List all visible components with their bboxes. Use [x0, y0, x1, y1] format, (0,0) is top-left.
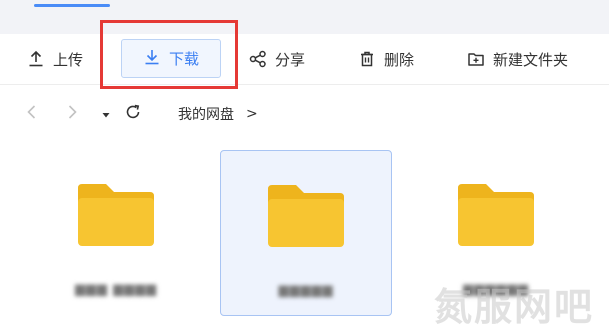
new-folder-label: 新建文件夹: [493, 50, 569, 69]
share-icon: [249, 50, 267, 68]
folder-plus-icon: [467, 50, 485, 68]
chevron-right-icon: [66, 104, 78, 124]
refresh-button[interactable]: [124, 95, 142, 133]
delete-button[interactable]: 删除: [358, 34, 414, 84]
navigation-bar: 我的网盘 >: [0, 95, 609, 133]
toolbar: 上传 下载 分享 删除 新建文件夹: [0, 34, 609, 85]
upload-label: 上传: [53, 50, 84, 69]
refresh-icon: [124, 103, 142, 125]
download-highlight-box: [100, 20, 238, 89]
trash-icon: [358, 50, 376, 68]
folder-item[interactable]: ▆▆▆ ▆▆▆▆: [30, 150, 202, 316]
breadcrumb-separator: >: [246, 106, 258, 122]
new-folder-button[interactable]: 新建文件夹: [467, 34, 568, 84]
top-tab-strip: [0, 0, 609, 34]
history-dropdown-button[interactable]: [101, 95, 111, 133]
share-button[interactable]: 分享: [249, 34, 305, 84]
watermark: 氮服网吧: [434, 285, 595, 329]
caret-down-icon: [101, 105, 111, 124]
forward-button[interactable]: [66, 95, 78, 133]
upload-icon: [27, 50, 45, 68]
breadcrumb-root[interactable]: 我的网盘: [178, 104, 234, 124]
folder-icon: [264, 179, 348, 255]
folder-icon: [454, 178, 538, 254]
folder-item-selected[interactable]: ▆▆▆▆▆: [220, 150, 392, 316]
chevron-left-icon: [26, 104, 38, 124]
folder-icon: [74, 178, 158, 254]
folder-name: ▆▆▆ ▆▆▆▆: [74, 282, 158, 297]
upload-button[interactable]: 上传: [27, 34, 83, 84]
breadcrumb: 我的网盘 >: [178, 95, 258, 133]
share-label: 分享: [275, 50, 306, 69]
delete-label: 删除: [384, 50, 415, 69]
active-tab-indicator: [34, 4, 110, 7]
folder-name: ▆▆▆▆▆: [278, 283, 334, 298]
back-button[interactable]: [26, 95, 38, 133]
